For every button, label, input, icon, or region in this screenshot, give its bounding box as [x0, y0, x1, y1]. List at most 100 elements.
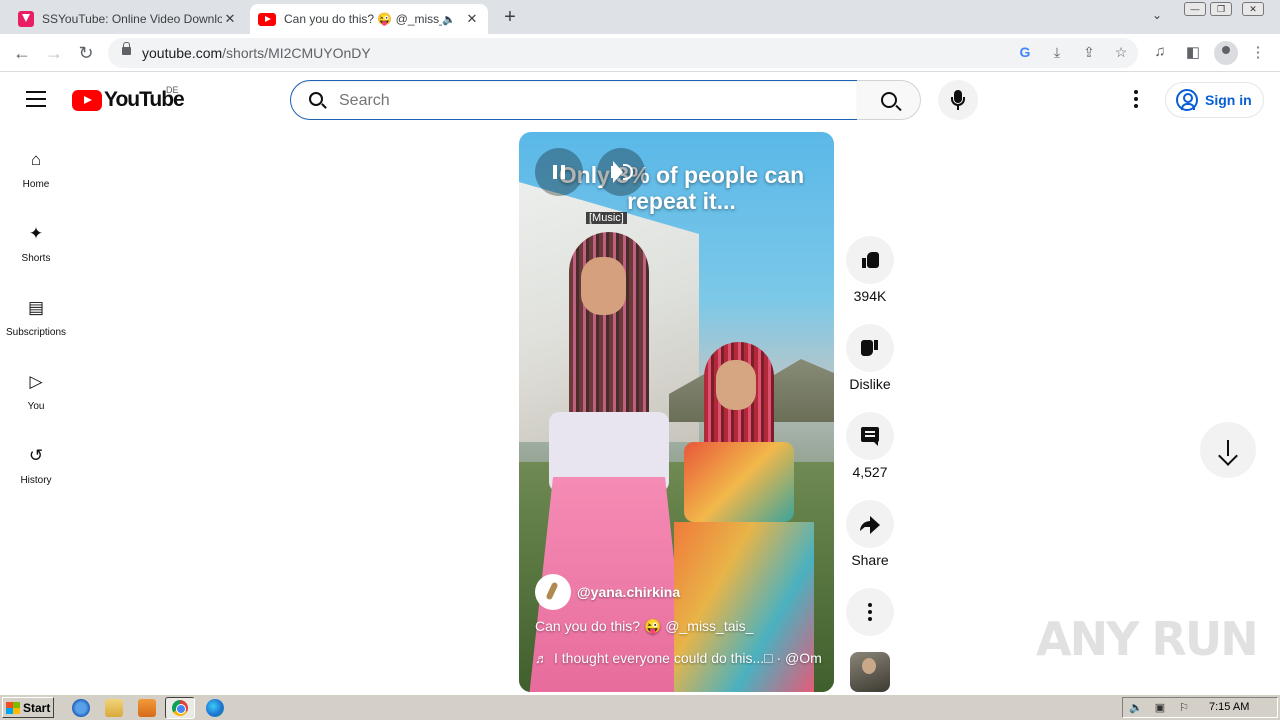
share-arrow-icon: [860, 515, 880, 534]
more-vert-icon: [868, 603, 872, 624]
search-button[interactable]: [857, 80, 921, 120]
volume-icon[interactable]: [597, 148, 645, 196]
sidebar-item-subscriptions[interactable]: ▤ Subscriptions: [0, 276, 72, 350]
sidebar-item-label: Subscriptions: [5, 327, 67, 338]
search-icon: [309, 92, 323, 106]
account-circle-icon: [1176, 89, 1198, 111]
share-action: Share: [846, 500, 894, 568]
speaker-icon[interactable]: 🔈: [442, 13, 456, 26]
media-player-icon[interactable]: [138, 699, 156, 717]
share-button[interactable]: [846, 500, 894, 548]
search-box[interactable]: [290, 80, 858, 120]
edge-icon[interactable]: [206, 699, 224, 717]
tab-title: Can you do this? 😜 @_miss_tai: [284, 12, 443, 26]
hamburger-menu-icon[interactable]: [26, 91, 46, 107]
country-code: DE: [166, 85, 179, 95]
search-input[interactable]: [339, 90, 839, 112]
sidebar-item-history[interactable]: ↺ History: [0, 424, 72, 498]
more-action: [846, 588, 894, 636]
youtube-play-icon: [72, 89, 102, 111]
sidebar-item-shorts[interactable]: ✦ Shorts: [0, 202, 72, 276]
minimize-button[interactable]: —: [1184, 2, 1206, 16]
share-page-icon[interactable]: ⇪: [1080, 44, 1098, 61]
channel-info[interactable]: @yana.chirkina: [535, 574, 680, 610]
closed-caption: [Music]: [586, 212, 627, 224]
new-tab-button[interactable]: +: [498, 6, 522, 30]
start-label: Start: [23, 700, 51, 715]
lock-icon[interactable]: [122, 42, 131, 55]
restore-button[interactable]: ❐: [1210, 2, 1232, 16]
dislike-action: Dislike: [846, 324, 894, 392]
tab-title: SSYouTube: Online Video Downloade: [42, 12, 222, 26]
back-arrow-icon[interactable]: ←: [10, 41, 34, 65]
chrome-taskbar-button[interactable]: [165, 697, 195, 719]
youtube-logo[interactable]: YouTube DE: [72, 85, 185, 111]
network-tray-icon[interactable]: ▣: [1153, 702, 1167, 714]
search-icon: [881, 92, 897, 108]
history-icon: ↺: [28, 446, 44, 465]
shorts-video-player[interactable]: Only 3% of people can repeat it... [Musi…: [519, 132, 834, 692]
side-panel-icon[interactable]: ◧: [1183, 43, 1203, 61]
system-tray: 🔈 ▣ ⚐ 7:15 AM: [1122, 697, 1278, 718]
thumbs-down-icon: [862, 340, 878, 356]
music-info[interactable]: ♬ I thought everyone could do this...□ · …: [535, 650, 825, 666]
folder-icon[interactable]: [105, 699, 123, 717]
volume-tray-icon[interactable]: 🔈: [1129, 702, 1143, 714]
browser-toolbar: ← → ↻ youtube.com/shorts/MI2CMUYOnDY G ⤓…: [0, 34, 1280, 72]
bookmark-star-icon[interactable]: ☆: [1112, 44, 1130, 61]
sidebar-item-label: Shorts: [21, 253, 51, 264]
forward-arrow-icon[interactable]: →: [42, 41, 66, 65]
next-short-button[interactable]: [1200, 422, 1256, 478]
dislike-label: Dislike: [849, 376, 891, 392]
window-close-button[interactable]: ✕: [1242, 2, 1264, 16]
address-bar[interactable]: youtube.com/shorts/MI2CMUYOnDY G ⤓ ⇪ ☆: [108, 38, 1138, 68]
sound-thumbnail[interactable]: [850, 652, 890, 692]
shorts-icon: ✦: [28, 224, 44, 243]
comments-action: 4,527: [846, 412, 894, 480]
voice-search-button[interactable]: [938, 80, 978, 120]
more-options-button[interactable]: [846, 588, 894, 636]
dislike-button[interactable]: [846, 324, 894, 372]
channel-avatar[interactable]: [535, 574, 571, 610]
pause-icon[interactable]: [535, 148, 583, 196]
media-control-icon[interactable]: ♫: [1150, 43, 1170, 60]
reload-icon[interactable]: ↻: [74, 41, 98, 65]
chevron-down-icon[interactable]: ⌄: [1152, 8, 1162, 22]
browser-tab-bar: SSYouTube: Online Video Downloade ✕ Can …: [0, 0, 1280, 34]
google-lens-icon[interactable]: G: [1016, 44, 1034, 60]
start-button[interactable]: Start: [2, 697, 54, 718]
video-subject: [669, 342, 834, 692]
flag-tray-icon[interactable]: ⚐: [1177, 702, 1191, 714]
comments-button[interactable]: [846, 412, 894, 460]
profile-avatar-icon[interactable]: [1214, 41, 1238, 65]
subscriptions-icon: ▤: [27, 298, 45, 317]
sidebar-item-label: Home: [22, 179, 50, 190]
sign-in-button[interactable]: Sign in: [1165, 82, 1264, 118]
sidebar-item-label: History: [20, 475, 52, 486]
youtube-header: YouTube DE Sign in: [0, 72, 1280, 128]
windows-taskbar: Start 🔈 ▣ ⚐ 7:15 AM: [0, 694, 1280, 720]
tab-ssyoutube[interactable]: SSYouTube: Online Video Downloade ✕: [10, 4, 246, 34]
thumbs-up-icon: [862, 252, 879, 268]
anyrun-watermark: ANY RUN: [1036, 612, 1259, 666]
close-icon[interactable]: ✕: [464, 11, 480, 27]
like-button[interactable]: [846, 236, 894, 284]
browser-menu-icon[interactable]: ⋮: [1248, 43, 1268, 61]
channel-handle[interactable]: @yana.chirkina: [577, 584, 680, 600]
windows-logo-icon: [6, 701, 20, 714]
sidebar-item-you[interactable]: ▷ You: [0, 350, 72, 424]
sidebar-item-home[interactable]: ⌂ Home: [0, 128, 72, 202]
music-title: I thought everyone could do this...□ · @…: [554, 650, 822, 666]
settings-more-icon[interactable]: [1126, 88, 1146, 112]
url-text[interactable]: youtube.com/shorts/MI2CMUYOnDY: [142, 45, 371, 61]
close-icon[interactable]: ✕: [222, 11, 238, 27]
youtube-icon: [258, 12, 276, 26]
comment-icon: [861, 427, 879, 446]
ssyoutube-icon: [18, 11, 34, 27]
tab-youtube-short[interactable]: Can you do this? 😜 @_miss_tai 🔈 ✕: [250, 4, 488, 34]
install-icon[interactable]: ⤓: [1048, 44, 1066, 61]
internet-explorer-icon[interactable]: [72, 699, 90, 717]
clock: 7:15 AM: [1209, 701, 1250, 713]
short-title[interactable]: Can you do this? 😜 @_miss_tais_: [535, 618, 753, 635]
comment-count: 4,527: [852, 464, 888, 480]
